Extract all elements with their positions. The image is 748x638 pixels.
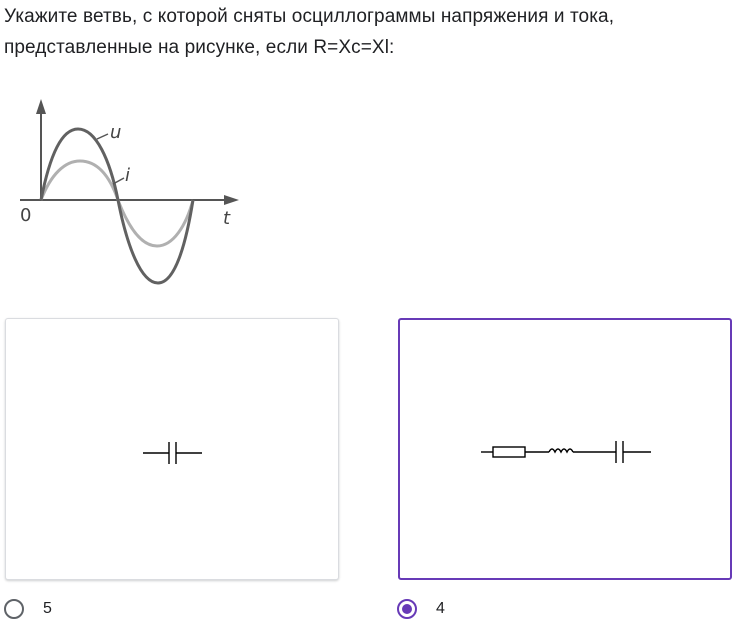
option-label: 5 xyxy=(43,600,52,617)
option-card-rlc[interactable] xyxy=(398,318,732,580)
time-label: t xyxy=(223,208,231,229)
option-card-capacitor[interactable] xyxy=(5,318,339,580)
capacitor-circuit-icon xyxy=(143,442,202,464)
y-axis-arrow xyxy=(36,99,46,114)
question-line-2: представленные на рисунке, если R=Xc=Xl: xyxy=(4,37,395,58)
option-label: 4 xyxy=(436,600,445,617)
option-4[interactable]: 4 xyxy=(397,596,445,622)
voltage-leader xyxy=(96,133,109,140)
radio-button-unchecked[interactable] xyxy=(4,599,24,619)
x-axis-arrow xyxy=(224,195,239,205)
question-text: Укажите ветвь, с которой сняты осциллогр… xyxy=(4,1,744,63)
voltage-label: u xyxy=(110,122,121,143)
current-label: i xyxy=(125,165,130,186)
option-5[interactable]: 5 xyxy=(4,596,52,622)
oscillogram-figure: u i 0 t xyxy=(20,99,239,285)
current-curve xyxy=(39,159,195,248)
question-line-1: Укажите ветвь, с которой сняты осциллогр… xyxy=(4,6,615,27)
voltage-curve xyxy=(39,127,195,285)
radio-button-checked[interactable] xyxy=(397,599,417,619)
rlc-circuit-icon xyxy=(481,441,651,463)
origin-label: 0 xyxy=(20,205,31,226)
